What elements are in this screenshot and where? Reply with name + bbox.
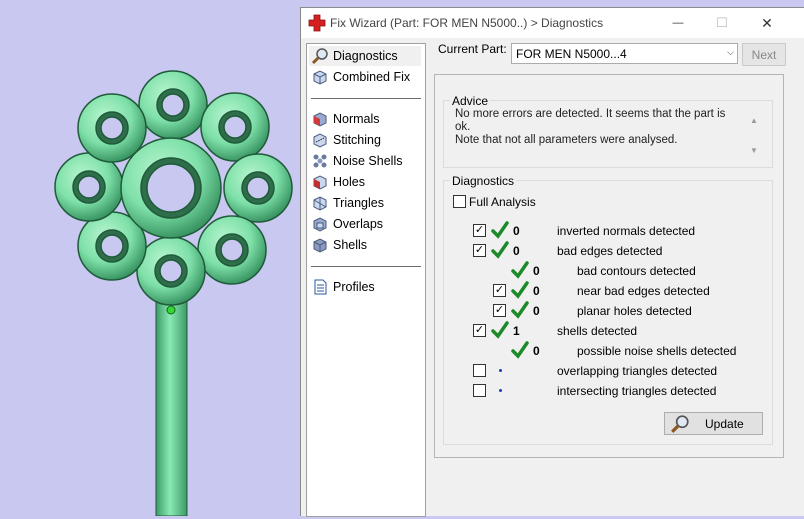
full-analysis-checkbox[interactable] [453, 195, 466, 208]
full-analysis-label: Full Analysis [469, 195, 536, 209]
noise-shells-icon [311, 152, 329, 170]
stitching-cube-icon [311, 131, 329, 149]
checkmark-icon: ✓ [494, 284, 505, 296]
nav-label: Overlaps [333, 217, 384, 231]
nav-label: Combined Fix [333, 70, 411, 84]
current-part-select[interactable]: FOR MEN N5000...4 ⌵ [511, 43, 738, 64]
wizard-nav: Diagnostics Combined Fix Normals Stitchi… [306, 43, 426, 517]
pivot-point [166, 305, 176, 315]
diagnostic-checkbox[interactable]: ✓ [473, 324, 486, 337]
window-title: Fix Wizard (Part: FOR MEN N5000..) > Dia… [330, 16, 604, 30]
diagnostic-label: near bad edges detected [577, 284, 710, 298]
magnifier-icon [311, 47, 329, 65]
shells-cube-icon [311, 236, 329, 254]
diagnostic-checkbox[interactable]: ✓ [493, 304, 506, 317]
nav-label: Stitching [333, 133, 381, 147]
status-ok-icon [511, 301, 529, 319]
magnifier-icon [671, 415, 689, 433]
close-button[interactable]: ✕ [745, 8, 789, 38]
advice-line-1: No more errors are detected. It seems th… [455, 108, 726, 133]
status-unknown-icon [499, 369, 502, 372]
update-label: Update [705, 417, 744, 431]
nav-item-stitching[interactable]: Stitching [309, 130, 421, 150]
document-icon [311, 278, 329, 296]
diagnostic-checkbox[interactable]: ✓ [473, 224, 486, 237]
plus-cross-icon [308, 14, 326, 32]
status-ok-icon [491, 241, 509, 259]
holes-cube-icon [311, 173, 329, 191]
checkmark-icon: ✓ [494, 304, 505, 316]
diagnostic-count: 0 [513, 244, 520, 258]
nav-item-profiles[interactable]: Profiles [309, 277, 421, 297]
nav-label: Shells [333, 238, 368, 252]
diagnostic-label: bad edges detected [557, 244, 663, 258]
diagnostic-checkbox[interactable]: ✓ [493, 284, 506, 297]
nav-label: Holes [333, 175, 365, 189]
nav-item-noise-shells[interactable]: Noise Shells [309, 151, 421, 171]
triangles-cube-icon [311, 194, 329, 212]
diagnostic-label: intersecting triangles detected [557, 384, 717, 398]
nav-item-diagnostics[interactable]: Diagnostics [309, 46, 421, 66]
checkmark-icon: ✓ [474, 244, 485, 256]
nav-item-combined-fix[interactable]: Combined Fix [309, 67, 421, 87]
3d-viewport[interactable] [0, 0, 300, 517]
diagnostic-label: overlapping triangles detected [557, 364, 718, 378]
normals-cube-icon [311, 110, 329, 128]
diagnostic-count: 0 [533, 284, 540, 298]
status-ok-icon [491, 321, 509, 339]
diagnostic-label: possible noise shells detected [577, 344, 737, 358]
nav-divider [311, 98, 421, 99]
diagnostic-label: planar holes detected [577, 304, 692, 318]
diagnostic-checkbox[interactable] [473, 364, 486, 377]
diagnostic-checkbox[interactable]: ✓ [473, 244, 486, 257]
checkmark-icon: ✓ [474, 324, 485, 336]
advice-title: Advice [450, 94, 491, 108]
diagnostic-label: shells detected [557, 324, 638, 338]
nav-item-triangles[interactable]: Triangles [309, 193, 421, 213]
title-bar[interactable]: Fix Wizard (Part: FOR MEN N5000..) > Dia… [301, 8, 804, 38]
status-ok-icon [511, 261, 529, 279]
update-button[interactable]: Update [664, 412, 763, 435]
diagnostic-label: inverted normals detected [557, 224, 696, 238]
diagnostic-count: 0 [513, 224, 520, 238]
status-ok-icon [511, 281, 529, 299]
nav-label: Profiles [333, 280, 375, 294]
close-icon: ✕ [761, 14, 773, 31]
current-part-value: FOR MEN N5000...4 [516, 47, 627, 61]
diagnostic-count: 0 [533, 264, 540, 278]
scroll-down-icon[interactable]: ▼ [750, 146, 758, 155]
nav-item-holes[interactable]: Holes [309, 172, 421, 192]
minimize-icon: — [672, 17, 684, 29]
advice-line-2: Note that not all parameters were analys… [455, 134, 678, 146]
current-part-label: Current Part: [438, 42, 507, 56]
diagnostic-count: 0 [533, 304, 540, 318]
diagnostic-count: 0 [533, 344, 540, 358]
nav-label: Normals [333, 112, 380, 126]
model-render [54, 70, 293, 517]
diagnostic-count: 1 [513, 324, 520, 338]
scroll-up-icon[interactable]: ▲ [750, 116, 758, 125]
nav-item-shells[interactable]: Shells [309, 235, 421, 255]
nav-item-overlaps[interactable]: Overlaps [309, 214, 421, 234]
nav-label: Triangles [333, 196, 384, 210]
status-ok-icon [491, 221, 509, 239]
nav-label: Diagnostics [333, 49, 398, 63]
nav-item-normals[interactable]: Normals [309, 109, 421, 129]
overlaps-cube-icon [311, 215, 329, 233]
chevron-down-icon: ⌵ [727, 47, 734, 57]
checkmark-icon: ✓ [474, 224, 485, 236]
diagnostic-label: bad contours detected [577, 264, 696, 278]
maximize-icon: ☐ [716, 15, 728, 30]
diagnostic-checkbox[interactable] [473, 384, 486, 397]
nav-label: Noise Shells [333, 154, 403, 168]
cube-icon [311, 68, 329, 86]
maximize-button[interactable]: ☐ [700, 8, 744, 38]
nav-divider [311, 266, 421, 267]
status-ok-icon [511, 341, 529, 359]
minimize-button[interactable]: — [656, 8, 700, 38]
advice-text: No more errors are detected. It seems th… [455, 108, 735, 147]
diagnostics-title: Diagnostics [450, 174, 517, 188]
status-unknown-icon [499, 389, 502, 392]
next-button[interactable]: Next [742, 43, 786, 66]
